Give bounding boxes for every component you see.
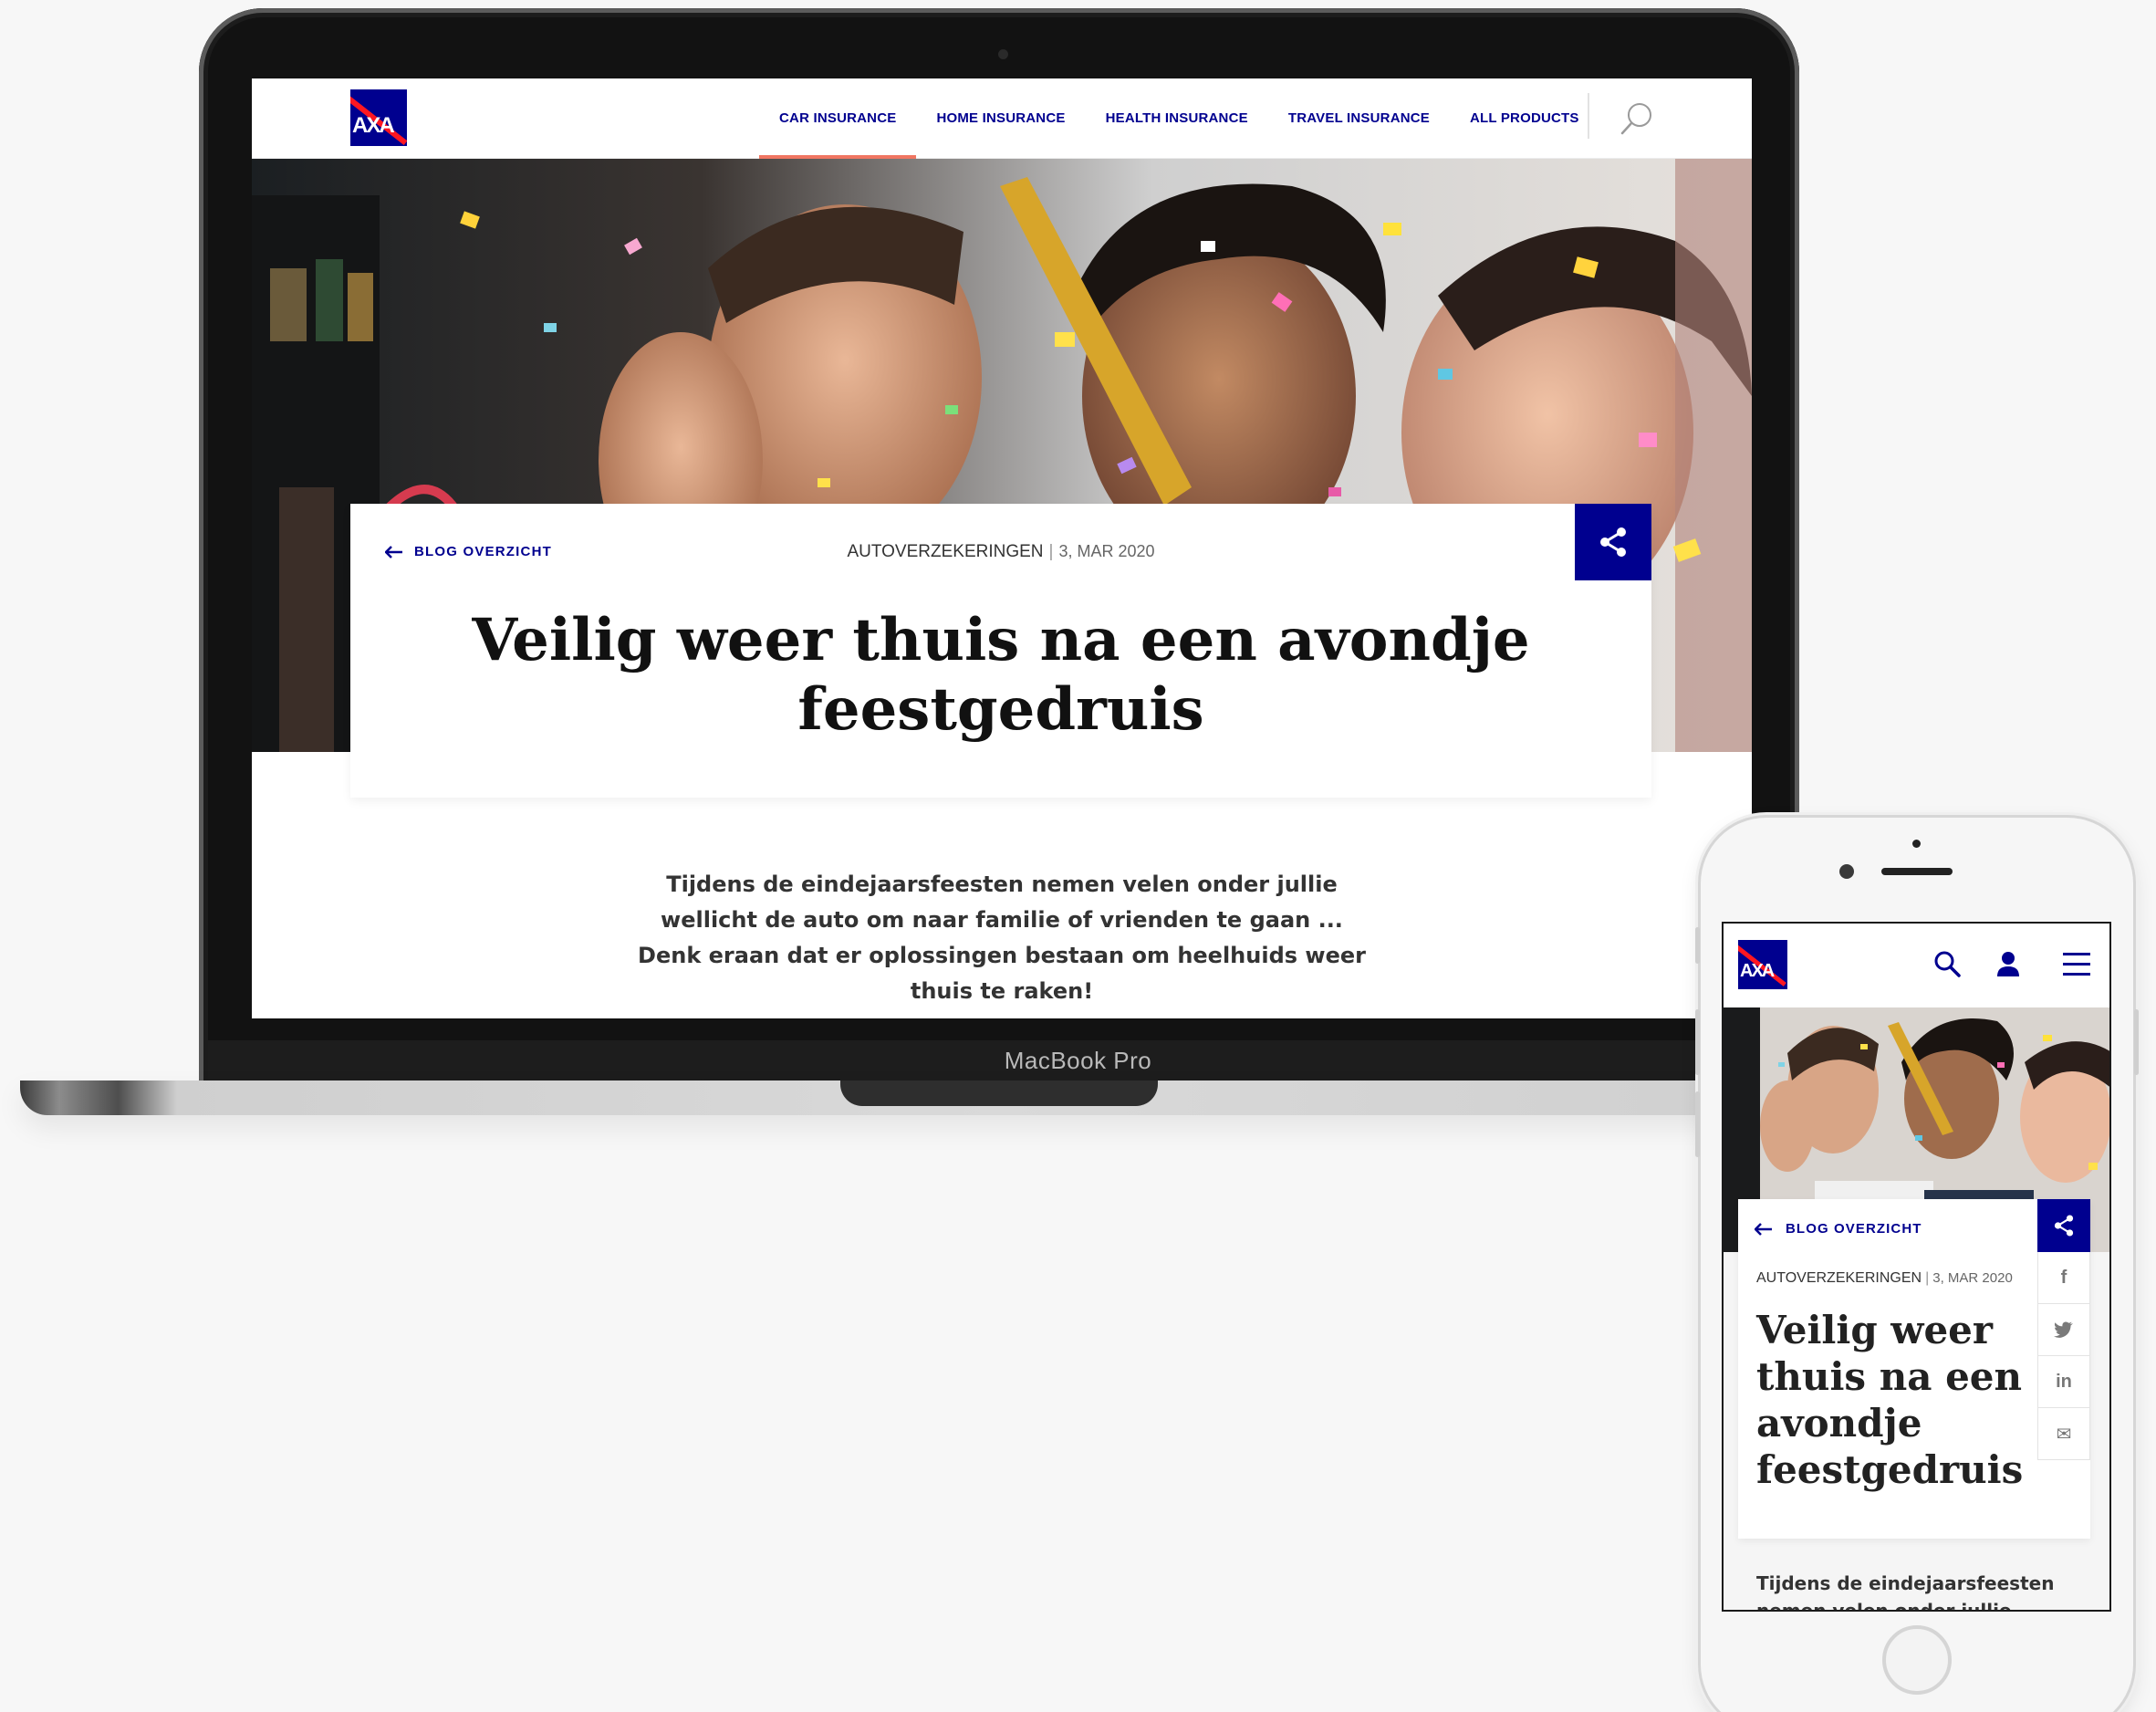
share-button[interactable] xyxy=(2037,1199,2090,1252)
twitter-icon[interactable]: t xyxy=(2037,1304,2090,1356)
article-title: Veilig weer thuis na een avondje feestge… xyxy=(1756,1308,2024,1492)
laptop-camera xyxy=(998,49,1008,59)
phone-volume-button xyxy=(1695,927,1700,964)
article-title: Veilig weer thuis na een avondje feestge… xyxy=(472,606,1530,744)
user-icon[interactable] xyxy=(1995,949,2021,978)
phone-sensor xyxy=(1912,840,1921,848)
mobile-screen: AXA BLOG OVERZICHT AUTOVERZEKERINGEN | 3… xyxy=(1722,922,2111,1612)
main-nav: CAR INSURANCE HOME INSURANCE HEALTH INSU… xyxy=(759,78,1599,159)
axa-logo[interactable]: AXA xyxy=(350,89,407,146)
phone-power-button xyxy=(2134,1009,2139,1075)
twitter-bird-glyph xyxy=(2054,1321,2073,1338)
linkedin-icon[interactable]: in xyxy=(2037,1356,2090,1408)
menu-icon[interactable] xyxy=(2061,951,2092,978)
arrow-left-icon xyxy=(1755,1222,1772,1236)
search-icon[interactable] xyxy=(1932,949,1962,978)
phone-home-button[interactable] xyxy=(1882,1625,1952,1695)
mail-icon[interactable]: ✉ xyxy=(2037,1408,2090,1460)
facebook-icon[interactable]: f xyxy=(2037,1252,2090,1304)
nav-all-products[interactable]: ALL PRODUCTS xyxy=(1450,78,1599,159)
mobile-header: AXA xyxy=(1724,924,2109,1007)
search-icon[interactable] xyxy=(1617,99,1657,139)
article-category[interactable]: AUTOVERZEKERINGEN xyxy=(1756,1270,1922,1286)
phone-volume-button xyxy=(1695,1009,1700,1075)
share-button[interactable] xyxy=(1575,504,1651,580)
article-intro: Tijdens de eindejaarsfeesten nemen velen… xyxy=(638,872,1366,1004)
article-header-card: BLOG OVERZICHT AUTOVERZEKERINGEN | 3, MAR … xyxy=(350,504,1651,798)
article-date: 3, MAR 2020 xyxy=(1058,542,1155,560)
phone-volume-button xyxy=(1695,1091,1700,1157)
article-category[interactable]: AUTOVERZEKERINGEN xyxy=(847,542,1043,561)
phone-speaker xyxy=(1881,868,1953,875)
share-icon xyxy=(1600,527,1626,557)
article-date: 3, MAR 2020 xyxy=(1932,1270,2013,1286)
nav-divider xyxy=(1588,93,1589,139)
share-icon xyxy=(2054,1215,2074,1237)
desktop-screen: AXA CAR INSURANCE HOME INSURANCE HEALTH … xyxy=(252,78,1752,1018)
desktop-header: AXA CAR INSURANCE HOME INSURANCE HEALTH … xyxy=(252,78,1752,159)
back-link[interactable]: BLOG OVERZICHT xyxy=(1755,1221,1922,1237)
nav-car-insurance[interactable]: CAR INSURANCE xyxy=(759,78,917,159)
article-intro: Tijdens de eindejaarsfeesten nemen velen… xyxy=(1756,1572,2055,1612)
phone-front-camera xyxy=(1839,864,1854,879)
share-column: f t in ✉ xyxy=(2037,1199,2090,1460)
nav-home-insurance[interactable]: HOME INSURANCE xyxy=(916,78,1085,159)
nav-health-insurance[interactable]: HEALTH INSURANCE xyxy=(1086,78,1268,159)
article-meta: AUTOVERZEKERINGEN | 3, MAR 2020 xyxy=(847,542,1155,561)
article-meta: AUTOVERZEKERINGEN | 3, MAR 2020 xyxy=(1756,1270,2013,1286)
axa-logo[interactable]: AXA xyxy=(1738,940,1787,989)
laptop-notch xyxy=(840,1080,1158,1106)
nav-travel-insurance[interactable]: TRAVEL INSURANCE xyxy=(1268,78,1450,159)
